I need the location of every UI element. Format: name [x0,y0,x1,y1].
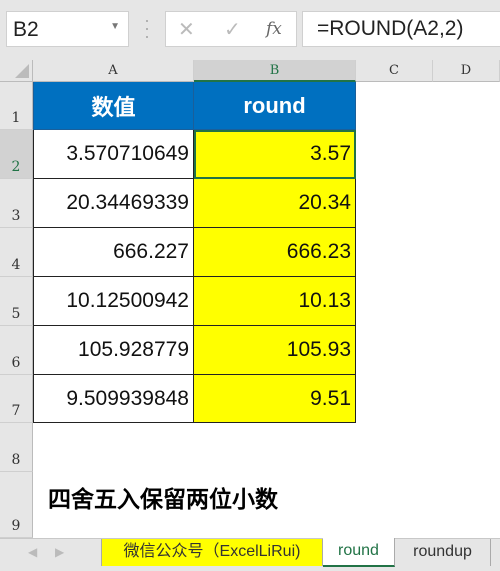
value-cell-a3[interactable]: 20.34469339 [33,179,194,228]
row-header-2[interactable]: 2 [0,130,33,179]
row-header-7[interactable]: 7 [0,375,33,423]
value-cell-a4[interactable]: 666.227 [33,228,194,277]
formula-input[interactable]: =ROUND(A2,2) [302,11,500,47]
select-all-button[interactable] [0,60,33,82]
row-header-1[interactable]: 1 [0,82,33,130]
column-header-c[interactable]: C [356,60,433,82]
row-header-3[interactable]: 3 [0,179,33,228]
row-header-4[interactable]: 4 [0,228,33,277]
row-header-9[interactable]: 9 [0,472,33,538]
fx-icon[interactable]: fx [266,19,282,39]
round-cell-b5[interactable]: 10.13 [194,277,356,326]
row-header-6[interactable]: 6 [0,326,33,375]
value-cell-a5[interactable]: 10.12500942 [33,277,194,326]
round-cell-b7[interactable]: 9.51 [194,375,356,423]
round-cell-b6[interactable]: 105.93 [194,326,356,375]
chevron-down-icon[interactable]: ▼ [110,21,120,32]
round-cell-b3[interactable]: 20.34 [194,179,356,228]
tab-wechat[interactable]: 微信公众号（ExcelLiRui) [101,539,323,566]
value-cell-a2[interactable]: 3.570710649 [33,130,194,179]
column-header-a[interactable]: A [33,60,194,82]
header-cell-a1[interactable]: 数值 [33,82,194,130]
cancel-icon[interactable]: ✕ [178,17,195,42]
row-header-5[interactable]: 5 [0,277,33,326]
tab-round[interactable]: round [323,538,395,567]
name-box[interactable]: B2 ▼ [6,11,129,47]
round-cell-b2[interactable]: 3.57 [194,130,356,179]
value-cell-a7[interactable]: 9.509939848 [33,375,194,423]
tab-scroll-left-icon[interactable]: ◀ [28,545,37,559]
round-cell-b4[interactable]: 666.23 [194,228,356,277]
column-header-d[interactable]: D [433,60,500,82]
header-cell-b1[interactable]: round [194,82,356,130]
drag-handle-icon[interactable]: · · · [144,11,150,45]
name-box-value: B2 [13,18,39,41]
value-cell-a6[interactable]: 105.928779 [33,326,194,375]
check-icon[interactable]: ✓ [224,17,241,42]
tab-scroll-right-icon[interactable]: ▶ [55,545,64,559]
formula-bar-area: B2 ▼ · · · ✕ ✓ fx =ROUND(A2,2) [0,0,500,60]
sheet-tab-bar: ◀ ▶ 微信公众号（ExcelLiRui) round roundup [0,538,500,571]
row-header-8[interactable]: 8 [0,423,33,472]
column-header-b[interactable]: B [194,60,356,82]
tab-roundup[interactable]: roundup [395,539,491,566]
formula-buttons: ✕ ✓ fx [165,11,297,47]
note-text: 四舍五入保留两位小数 [48,487,278,513]
